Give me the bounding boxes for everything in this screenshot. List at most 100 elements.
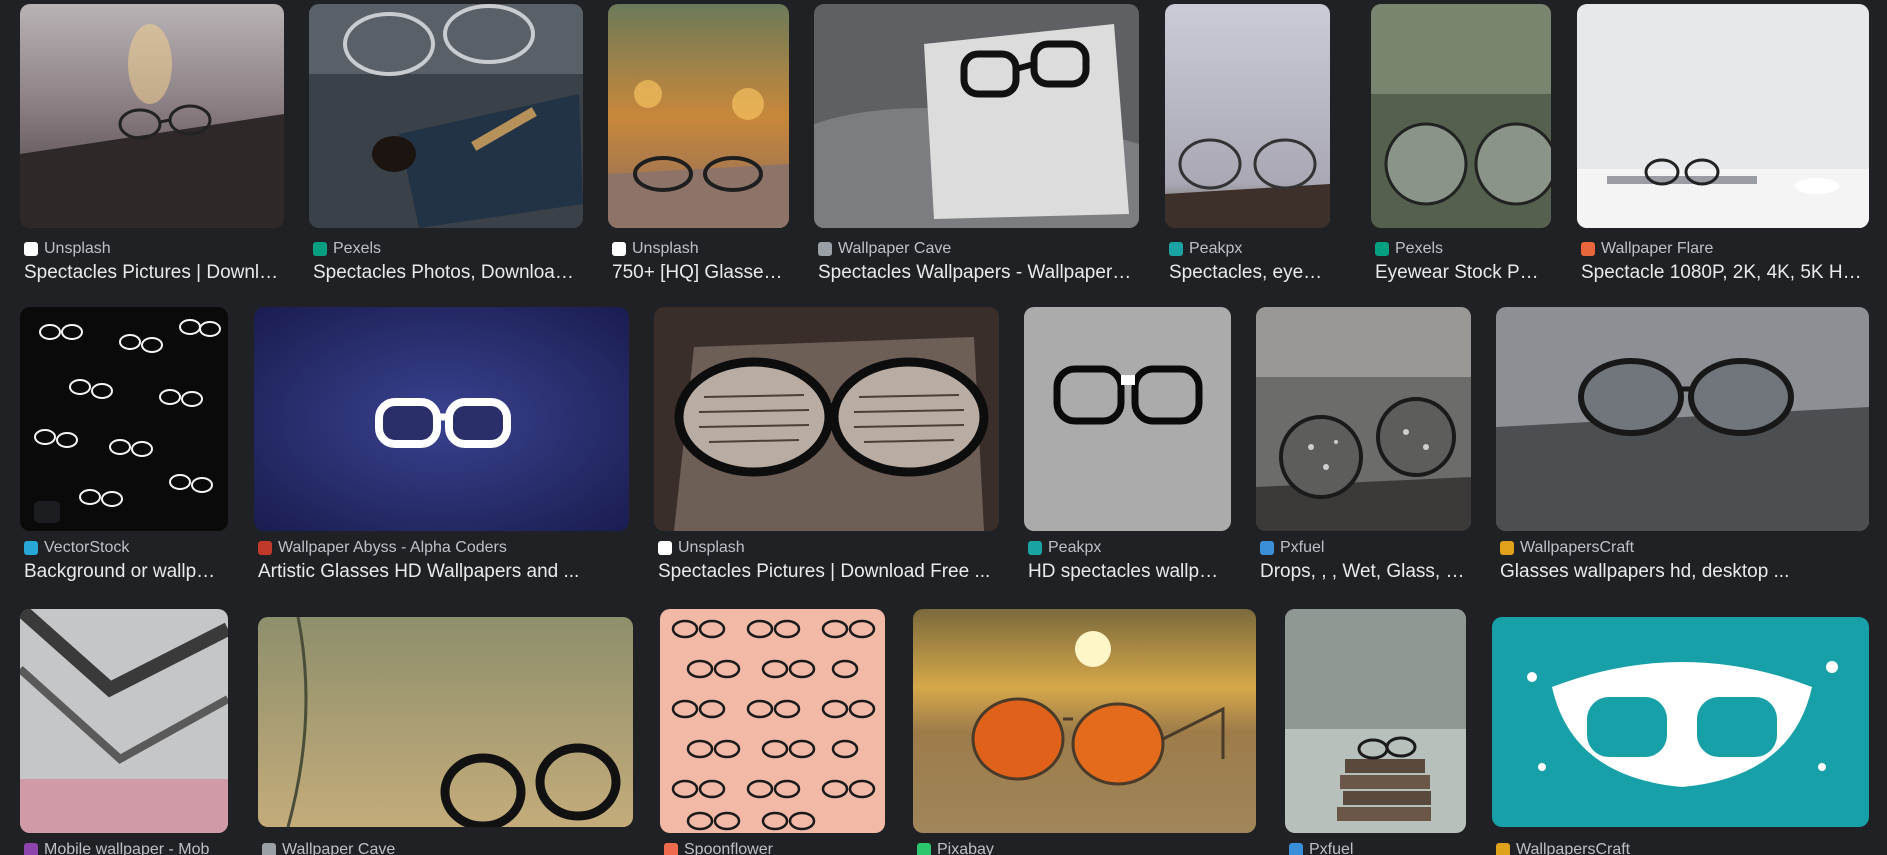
image-badge-icon bbox=[34, 501, 60, 523]
source-name: Pixabay bbox=[937, 841, 994, 855]
result-source[interactable]: Unsplash bbox=[658, 539, 745, 557]
source-name: Peakpx bbox=[1189, 240, 1243, 257]
image-result-card[interactable]: Peakpx HD spectacles wallpap... bbox=[1024, 307, 1231, 587]
source-name: Peakpx bbox=[1048, 539, 1102, 556]
result-title[interactable]: 750+ [HQ] Glasses ... bbox=[612, 262, 785, 284]
peakpx-icon bbox=[1169, 242, 1183, 256]
source-name: Wallpaper Cave bbox=[838, 240, 952, 257]
wallpaper-cave-icon bbox=[262, 843, 276, 855]
result-thumbnail[interactable] bbox=[913, 609, 1256, 833]
result-title[interactable]: Spectacles, eyes, gl... bbox=[1169, 262, 1329, 284]
source-name: Wallpaper Flare bbox=[1601, 240, 1714, 257]
image-result-card[interactable]: Mobile wallpaper - Mob bbox=[20, 609, 228, 855]
result-source[interactable]: Peakpx bbox=[1169, 240, 1242, 258]
image-result-card[interactable]: Pixabay bbox=[913, 609, 1256, 855]
result-title[interactable]: Artistic Glasses HD Wallpapers and ... bbox=[258, 561, 625, 583]
unsplash-icon bbox=[658, 541, 672, 555]
source-name: Wallpaper Abyss - Alpha Coders bbox=[278, 539, 507, 556]
result-source[interactable]: Mobile wallpaper - Mob bbox=[24, 841, 209, 855]
unsplash-icon bbox=[24, 242, 38, 256]
result-source[interactable]: VectorStock bbox=[24, 539, 129, 557]
result-title[interactable]: Spectacles Pictures | Download Free ... bbox=[658, 561, 995, 583]
source-name: Unsplash bbox=[678, 539, 745, 556]
source-name: Spoonflower bbox=[684, 841, 773, 855]
result-thumbnail[interactable] bbox=[20, 4, 284, 228]
result-thumbnail[interactable] bbox=[1285, 609, 1466, 833]
result-thumbnail[interactable] bbox=[660, 609, 885, 833]
result-source[interactable]: Pixabay bbox=[917, 841, 994, 855]
result-thumbnail[interactable] bbox=[1496, 307, 1869, 531]
result-source[interactable]: Pxfuel bbox=[1289, 841, 1353, 855]
result-source[interactable]: Spoonflower bbox=[664, 841, 773, 855]
source-name: VectorStock bbox=[44, 539, 130, 556]
image-result-card[interactable]: WallpapersCraft bbox=[1492, 617, 1869, 855]
image-result-card[interactable]: Pxfuel Drops, , , Wet, Glass, Sp... bbox=[1256, 307, 1471, 587]
source-name: WallpapersCraft bbox=[1516, 841, 1631, 855]
image-result-card[interactable]: Wallpaper Flare Spectacle 1080P, 2K, 4K,… bbox=[1577, 4, 1871, 284]
result-source[interactable]: Pexels bbox=[313, 240, 381, 258]
result-thumbnail[interactable] bbox=[608, 4, 789, 228]
wallpaperscraft-icon bbox=[1496, 843, 1510, 855]
source-name: Unsplash bbox=[44, 240, 111, 257]
source-name: Pxfuel bbox=[1309, 841, 1354, 855]
result-thumbnail[interactable] bbox=[20, 307, 228, 531]
wallpaper-cave-icon bbox=[818, 242, 832, 256]
result-title[interactable]: Spectacles Photos, Download ... bbox=[313, 262, 579, 284]
image-result-card[interactable]: Pxfuel bbox=[1285, 609, 1466, 855]
result-source[interactable]: Wallpaper Flare bbox=[1581, 240, 1713, 258]
source-name: Unsplash bbox=[632, 240, 699, 257]
image-result-card[interactable]: Peakpx Spectacles, eyes, gl... bbox=[1165, 4, 1330, 284]
result-source[interactable]: Pexels bbox=[1375, 240, 1443, 258]
pexels-icon bbox=[1375, 242, 1389, 256]
source-name: Wallpaper Cave bbox=[282, 841, 396, 855]
image-result-card[interactable]: Wallpaper Cave Spectacles Wallpapers - W… bbox=[814, 4, 1139, 284]
image-result-card[interactable]: Wallpaper Abyss - Alpha Coders Artistic … bbox=[254, 307, 629, 587]
result-title[interactable]: Background or wallpap... bbox=[24, 561, 224, 583]
image-result-card[interactable]: Wallpaper Cave bbox=[258, 617, 633, 855]
result-source[interactable]: Wallpaper Abyss - Alpha Coders bbox=[258, 539, 507, 557]
result-thumbnail[interactable] bbox=[1024, 307, 1231, 531]
result-thumbnail[interactable] bbox=[1492, 617, 1869, 827]
result-source[interactable]: Unsplash bbox=[612, 240, 699, 258]
alpha-coders-icon bbox=[258, 541, 272, 555]
result-thumbnail[interactable] bbox=[20, 609, 228, 833]
image-result-card[interactable]: WallpapersCraft Glasses wallpapers hd, d… bbox=[1496, 307, 1869, 587]
result-thumbnail[interactable] bbox=[1256, 307, 1471, 531]
result-source[interactable]: Pxfuel bbox=[1260, 539, 1324, 557]
result-source[interactable]: Peakpx bbox=[1028, 539, 1101, 557]
image-result-card[interactable]: Unsplash Spectacles Pictures | Download … bbox=[654, 307, 999, 587]
peakpx-icon bbox=[1028, 541, 1042, 555]
unsplash-icon bbox=[612, 242, 626, 256]
image-result-card[interactable]: VectorStock Background or wallpap... bbox=[20, 307, 228, 587]
result-thumbnail[interactable] bbox=[258, 617, 633, 827]
pxfuel-icon bbox=[1260, 541, 1274, 555]
pxfuel-icon bbox=[1289, 843, 1303, 855]
pixabay-icon bbox=[917, 843, 931, 855]
result-title[interactable]: Spectacles Pictures | Download Free ... bbox=[24, 262, 280, 284]
result-thumbnail[interactable] bbox=[1165, 4, 1330, 228]
result-thumbnail[interactable] bbox=[1371, 4, 1551, 228]
result-thumbnail[interactable] bbox=[309, 4, 583, 228]
image-result-card[interactable]: Unsplash 750+ [HQ] Glasses ... bbox=[608, 4, 789, 284]
image-result-card[interactable]: Spoonflower bbox=[660, 609, 885, 855]
result-source[interactable]: WallpapersCraft bbox=[1496, 841, 1630, 855]
image-result-card[interactable]: Pexels Eyewear Stock Phot... bbox=[1371, 4, 1551, 284]
spoonflower-icon bbox=[664, 843, 678, 855]
result-title[interactable]: Spectacle 1080P, 2K, 4K, 5K HD ... bbox=[1581, 262, 1871, 284]
source-name: WallpapersCraft bbox=[1520, 539, 1635, 556]
result-source[interactable]: Wallpaper Cave bbox=[262, 841, 395, 855]
image-result-card[interactable]: Unsplash Spectacles Pictures | Download … bbox=[20, 4, 284, 284]
result-title[interactable]: Spectacles Wallpapers - Wallpaper Ca... bbox=[818, 262, 1135, 284]
image-result-card[interactable]: Pexels Spectacles Photos, Download ... bbox=[309, 4, 583, 284]
result-source[interactable]: WallpapersCraft bbox=[1500, 539, 1634, 557]
result-title[interactable]: Eyewear Stock Phot... bbox=[1375, 262, 1547, 284]
result-title[interactable]: HD spectacles wallpap... bbox=[1028, 561, 1228, 583]
result-thumbnail[interactable] bbox=[814, 4, 1139, 228]
result-source[interactable]: Unsplash bbox=[24, 240, 111, 258]
result-thumbnail[interactable] bbox=[654, 307, 999, 531]
result-thumbnail[interactable] bbox=[254, 307, 629, 531]
result-source[interactable]: Wallpaper Cave bbox=[818, 240, 951, 258]
result-thumbnail[interactable] bbox=[1577, 4, 1869, 228]
result-title[interactable]: Drops, , , Wet, Glass, Sp... bbox=[1260, 561, 1467, 583]
result-title[interactable]: Glasses wallpapers hd, desktop ... bbox=[1500, 561, 1865, 583]
